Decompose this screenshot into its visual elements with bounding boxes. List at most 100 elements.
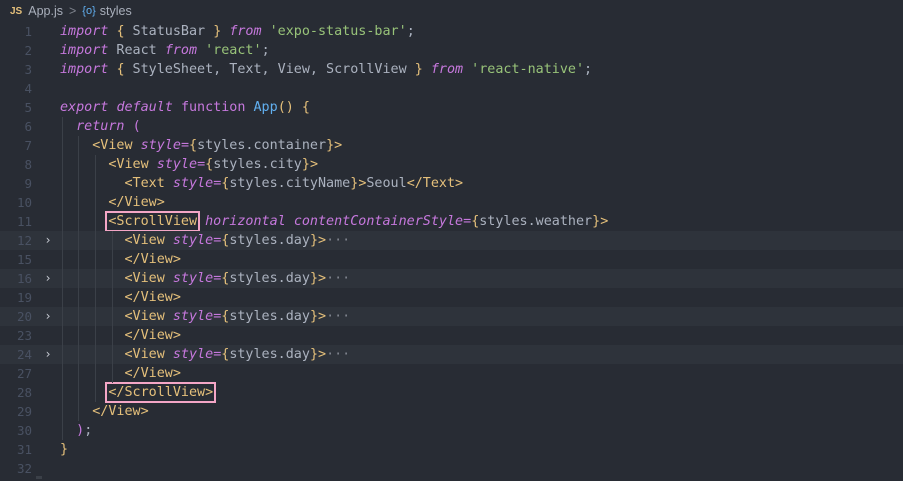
code-token: style bbox=[156, 157, 198, 172]
code-token: } bbox=[309, 309, 318, 324]
line-number: 3 bbox=[24, 62, 32, 77]
code-line[interactable]: 8 <View style={styles.city}> bbox=[0, 155, 903, 174]
code-line[interactable]: 16 › <View style={styles.day}>··· bbox=[0, 269, 903, 288]
code-token: > bbox=[318, 347, 327, 362]
code-line[interactable]: 28 </ScrollView> bbox=[0, 382, 903, 403]
line-number: 12 bbox=[16, 233, 32, 248]
code-token: contentContainerStyle bbox=[293, 214, 464, 229]
line-number: 30 bbox=[16, 423, 32, 438]
code-line[interactable]: 1 import { StatusBar } from 'expo-status-… bbox=[0, 22, 903, 41]
code-line[interactable]: 7 <View style={styles.container}> bbox=[0, 136, 903, 155]
line-number: 32 bbox=[16, 461, 32, 476]
code-token: style bbox=[172, 176, 214, 191]
code-line[interactable]: 30 ); bbox=[0, 421, 903, 440]
code-token: = bbox=[197, 157, 206, 172]
code-token: import bbox=[60, 43, 109, 58]
code-text: <Text style={styles.cityName}>Seoul</Tex… bbox=[60, 174, 464, 193]
code-token: export bbox=[60, 100, 109, 115]
code-token: > bbox=[600, 214, 609, 229]
code-token: 'react' bbox=[205, 43, 262, 58]
fold-chevron-icon[interactable]: › bbox=[42, 269, 54, 288]
code-token: StatusBar bbox=[124, 24, 214, 39]
code-token: styles.container bbox=[197, 138, 327, 153]
indent-guide bbox=[62, 117, 63, 440]
line-number: 7 bbox=[24, 138, 32, 153]
code-token: = bbox=[463, 214, 472, 229]
line-number: 10 bbox=[16, 195, 32, 210]
code-token: } bbox=[309, 347, 318, 362]
code-line[interactable]: 20 › <View style={styles.day}>··· bbox=[0, 307, 903, 326]
code-text: export default function App() { bbox=[60, 98, 310, 117]
scrollbar-marker[interactable] bbox=[36, 476, 42, 479]
code-token: </View> bbox=[92, 404, 149, 419]
code-token: } bbox=[592, 214, 601, 229]
code-text: </View> bbox=[60, 402, 149, 421]
line-number: 15 bbox=[16, 252, 32, 267]
code-token: ··· bbox=[326, 233, 351, 248]
code-token: import bbox=[60, 24, 109, 39]
code-token: > bbox=[318, 309, 327, 324]
code-line[interactable]: 29 </View> bbox=[0, 402, 903, 421]
code-token: from bbox=[430, 62, 464, 77]
fold-chevron-icon[interactable]: › bbox=[42, 231, 54, 250]
code-token: style bbox=[172, 271, 214, 286]
code-token: <View bbox=[124, 347, 165, 362]
code-token: App bbox=[253, 100, 278, 115]
highlighted-scrollview-tag: <ScrollView bbox=[105, 211, 201, 232]
code-line[interactable]: 15 </View> bbox=[0, 250, 903, 269]
code-line[interactable]: 19 </View> bbox=[0, 288, 903, 307]
code-token: } bbox=[309, 233, 318, 248]
code-token: { bbox=[116, 62, 125, 77]
code-line[interactable]: 23 </View> bbox=[0, 326, 903, 345]
code-line[interactable]: 9 <Text style={styles.cityName}>Seoul</T… bbox=[0, 174, 903, 193]
breadcrumb-file[interactable]: App.js bbox=[28, 4, 63, 18]
code-line[interactable]: 24 › <View style={styles.day}>··· bbox=[0, 345, 903, 364]
code-line[interactable]: 31} bbox=[0, 440, 903, 459]
code-line[interactable]: 10 </View> bbox=[0, 193, 903, 212]
code-token: </Text> bbox=[406, 176, 464, 191]
code-token: default bbox=[116, 100, 173, 115]
code-line[interactable]: 32 bbox=[0, 459, 903, 478]
line-number: 24 bbox=[16, 347, 32, 362]
code-token: ; bbox=[84, 423, 93, 438]
breadcrumb-symbol[interactable]: styles bbox=[100, 4, 132, 18]
code-line[interactable]: 4 bbox=[0, 79, 903, 98]
code-token: > bbox=[309, 157, 318, 172]
code-line[interactable]: 2 import React from 'react'; bbox=[0, 41, 903, 60]
line-number: 23 bbox=[16, 328, 32, 343]
code-line[interactable]: 11 <ScrollView horizontal contentContain… bbox=[0, 211, 903, 232]
fold-chevron-icon[interactable]: › bbox=[42, 307, 54, 326]
code-line[interactable]: 27 </View> bbox=[0, 364, 903, 383]
code-token: style bbox=[140, 138, 181, 153]
code-editor[interactable]: 1 import { StatusBar } from 'expo-status-… bbox=[0, 22, 903, 478]
code-token: ( bbox=[132, 119, 141, 134]
code-line[interactable]: 5 export default function App() { bbox=[0, 98, 903, 117]
fold-chevron-icon[interactable]: › bbox=[42, 345, 54, 364]
code-token: ) bbox=[76, 423, 85, 438]
code-line[interactable]: 3 import { StyleSheet, Text, View, Scroll… bbox=[0, 60, 903, 79]
code-text: return ( bbox=[60, 117, 141, 136]
line-number: 19 bbox=[16, 290, 32, 305]
line-number: 11 bbox=[16, 214, 32, 229]
line-number: 2 bbox=[24, 43, 32, 58]
code-line[interactable]: 6 return ( bbox=[0, 117, 903, 136]
line-number: 4 bbox=[24, 81, 32, 96]
breadcrumb: JS App.js > {o} styles bbox=[0, 0, 903, 22]
code-line[interactable]: 12 › <View style={styles.day}>··· bbox=[0, 231, 903, 250]
